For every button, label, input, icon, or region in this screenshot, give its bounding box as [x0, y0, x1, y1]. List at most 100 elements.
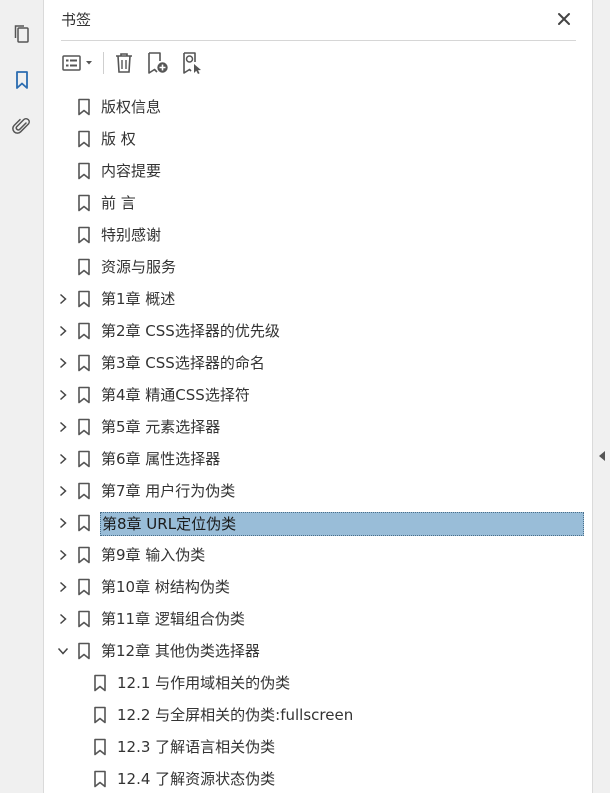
bookmark-label: 版权信息 — [101, 98, 162, 116]
bookmark-label: 12.2 与全屏相关的伪类:fullscreen — [117, 706, 354, 724]
bookmark-label: 第3章 CSS选择器的命名 — [101, 354, 265, 372]
chevron-right-icon[interactable] — [55, 419, 71, 435]
bookmark-label: 内容提要 — [101, 162, 162, 180]
bookmark-icon — [78, 194, 90, 212]
bookmark-item[interactable]: 第5章 元素选择器 — [45, 411, 592, 443]
attachments-button[interactable] — [0, 110, 44, 142]
bookmark-item[interactable]: 第6章 属性选择器 — [45, 443, 592, 475]
bookmark-icon — [78, 610, 90, 628]
bookmark-label: 资源与服务 — [101, 258, 177, 276]
bookmark-label: 特别感谢 — [101, 226, 162, 244]
bookmark-item[interactable]: 第7章 用户行为伪类 — [45, 475, 592, 507]
bookmark-icon — [78, 258, 90, 276]
collapse-panel-icon[interactable] — [598, 450, 606, 462]
bookmark-child-item[interactable]: 12.1 与作用域相关的伪类 — [45, 667, 592, 699]
bookmark-icon — [78, 546, 90, 564]
chevron-right-icon[interactable] — [55, 515, 71, 531]
chevron-right-icon[interactable] — [55, 579, 71, 595]
bookmark-item[interactable]: 第1章 概述 — [45, 283, 592, 315]
chevron-right-icon[interactable] — [55, 547, 71, 563]
bookmark-item[interactable]: 内容提要 — [45, 155, 592, 187]
chevron-right-icon[interactable] — [55, 483, 71, 499]
bookmark-item[interactable]: 第9章 输入伪类 — [45, 539, 592, 571]
bookmark-label: 第7章 用户行为伪类 — [101, 482, 236, 500]
bookmark-icon — [78, 290, 90, 308]
bookmark-label: 第1章 概述 — [101, 290, 176, 308]
bookmark-label: 第11章 逻辑组合伪类 — [101, 610, 245, 628]
bookmark-item[interactable]: 特别感谢 — [45, 219, 592, 251]
bookmark-item[interactable]: 资源与服务 — [45, 251, 592, 283]
bookmark-icon — [94, 738, 106, 756]
bookmark-item[interactable]: 版 权 — [45, 123, 592, 155]
bookmark-icon — [94, 674, 106, 692]
bookmark-label: 第9章 输入伪类 — [101, 546, 206, 564]
pages-icon — [14, 25, 29, 43]
bookmark-label: 第5章 元素选择器 — [101, 418, 221, 436]
bookmark-item[interactable]: 第3章 CSS选择器的命名 — [45, 347, 592, 379]
bookmarks-panel: 书签 版权信息 版 权 内容提要 前 言 特别感谢 资源与服务 第1章 概述 第… — [45, 0, 592, 793]
bookmark-icon — [78, 354, 90, 372]
bookmark-label: 第4章 精通CSS选择符 — [101, 386, 250, 404]
bookmark-icon — [78, 98, 90, 116]
chevron-down-icon[interactable] — [55, 643, 71, 659]
bookmark-icon — [78, 482, 90, 500]
chevron-right-icon[interactable] — [55, 611, 71, 627]
bookmark-icon — [78, 642, 90, 660]
bookmark-label: 第8章 URL定位伪类 — [100, 512, 584, 536]
bookmarks-button[interactable] — [0, 64, 44, 96]
pages-button[interactable] — [0, 18, 44, 50]
toolbar-separator — [103, 52, 104, 74]
close-icon — [558, 13, 570, 25]
bookmark-item[interactable]: 第12章 其他伪类选择器 — [45, 635, 592, 667]
header-divider — [61, 40, 576, 41]
bookmark-label: 第10章 树结构伪类 — [101, 578, 230, 596]
bookmark-child-item[interactable]: 12.4 了解资源状态伪类 — [45, 763, 592, 793]
bookmark-icon — [78, 418, 90, 436]
close-button[interactable] — [554, 9, 574, 29]
new-bookmark-icon — [148, 52, 168, 74]
chevron-right-icon[interactable] — [55, 387, 71, 403]
bookmark-icon — [78, 578, 90, 596]
attachment-icon — [12, 117, 30, 134]
navigation-rail — [0, 0, 44, 793]
bookmark-item[interactable]: 版权信息 — [45, 91, 592, 123]
bookmark-label: 第6章 属性选择器 — [101, 450, 221, 468]
bookmark-label: 版 权 — [101, 130, 136, 148]
delete-button[interactable] — [111, 49, 137, 77]
panel-header: 书签 — [45, 0, 592, 40]
bookmark-icon — [78, 130, 90, 148]
new-bookmark-button[interactable] — [144, 49, 172, 77]
chevron-right-icon[interactable] — [55, 355, 71, 371]
find-bookmark-button[interactable] — [178, 49, 206, 77]
bookmark-item[interactable]: 第11章 逻辑组合伪类 — [45, 603, 592, 635]
bookmark-icon — [16, 71, 28, 89]
collapse-strip — [592, 0, 610, 793]
find-bookmark-icon — [183, 52, 201, 74]
bookmark-item[interactable]: 第4章 精通CSS选择符 — [45, 379, 592, 411]
bookmark-item[interactable]: 第2章 CSS选择器的优先级 — [45, 315, 592, 347]
app-window: 书签 版权信息 版 权 内容提要 前 言 特别感谢 资源与服务 第1章 概述 第… — [0, 0, 610, 793]
chevron-right-icon[interactable] — [55, 323, 71, 339]
bookmark-icon — [78, 386, 90, 404]
bookmark-label: 第2章 CSS选择器的优先级 — [101, 322, 280, 340]
bookmark-label: 12.3 了解语言相关伪类 — [117, 738, 276, 756]
bookmark-icon — [78, 450, 90, 468]
delete-icon — [116, 53, 132, 73]
bookmark-icon — [94, 770, 106, 788]
bookmark-label: 第12章 其他伪类选择器 — [101, 642, 260, 660]
bookmark-child-item[interactable]: 12.2 与全屏相关的伪类:fullscreen — [45, 699, 592, 731]
bookmark-item[interactable]: 前 言 — [45, 187, 592, 219]
panel-title: 书签 — [61, 11, 92, 29]
bookmark-tree: 版权信息版 权内容提要前 言特别感谢资源与服务第1章 概述第2章 CSS选择器的… — [45, 91, 592, 793]
chevron-right-icon[interactable] — [55, 451, 71, 467]
bookmark-item[interactable]: 第10章 树结构伪类 — [45, 571, 592, 603]
bookmark-label: 12.1 与作用域相关的伪类 — [117, 674, 291, 692]
bookmark-icon — [78, 322, 90, 340]
bookmark-icon — [94, 706, 106, 724]
bookmark-item[interactable]: 第8章 URL定位伪类 — [45, 507, 592, 539]
bookmark-child-item[interactable]: 12.3 了解语言相关伪类 — [45, 731, 592, 763]
bookmarks-toolbar — [45, 46, 592, 80]
chevron-right-icon[interactable] — [55, 291, 71, 307]
bookmark-label: 12.4 了解资源状态伪类 — [117, 770, 276, 788]
options-menu-button[interactable] — [61, 49, 97, 77]
